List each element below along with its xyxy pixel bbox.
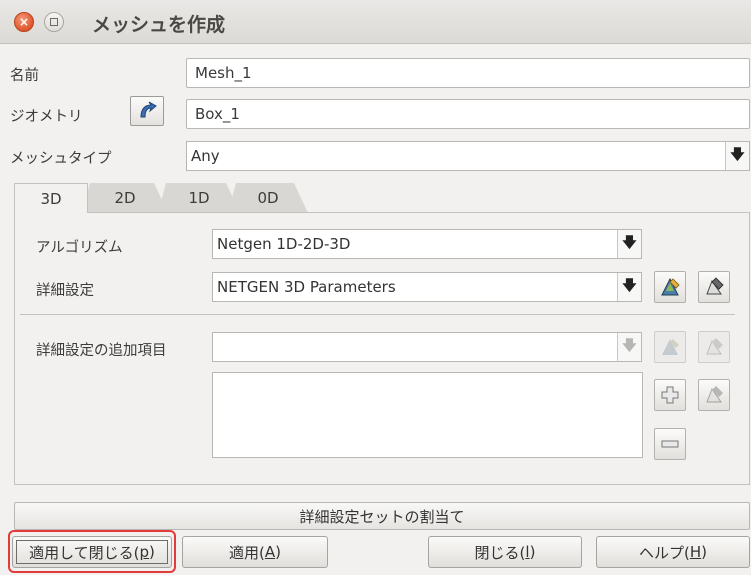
hypothesis-edit-icon — [706, 338, 723, 355]
geometry-field[interactable]: Box_1 — [186, 99, 750, 129]
edit-list-hypothesis-button[interactable] — [698, 379, 730, 411]
apply-suffix: ) — [275, 543, 281, 561]
algorithm-combo[interactable]: Netgen 1D-2D-3D 🡇 — [212, 229, 642, 259]
name-field[interactable]: Mesh_1 — [186, 58, 750, 88]
edit-hypothesis-button[interactable] — [698, 271, 730, 303]
apply-and-close-label: 適用して閉じる( — [29, 543, 140, 562]
apply-button[interactable]: 適用(A) — [182, 536, 328, 568]
apply-label: 適用( — [229, 543, 265, 562]
hypothesis-value: NETGEN 3D Parameters — [217, 278, 396, 296]
create-additional-hypothesis-button[interactable] — [654, 331, 686, 363]
name-label: 名前 — [10, 68, 39, 84]
hypothesis-edit-icon — [706, 277, 724, 295]
focus-ring: 適用して閉じる(p) — [16, 540, 168, 564]
separator — [20, 314, 735, 315]
tab-1d[interactable]: 1D — [158, 183, 240, 213]
tab-3d[interactable]: 3D — [14, 183, 88, 213]
close-label: 閉じる( — [474, 543, 526, 562]
remove-hypothesis-button[interactable] — [654, 428, 686, 460]
hypothesis-edit-icon — [706, 386, 723, 403]
window-title: メッシュを作成 — [92, 14, 226, 36]
close-button[interactable]: 閉じる(l) — [428, 536, 582, 568]
algorithm-label: アルゴリズム — [36, 240, 123, 256]
additional-hypotheses-list[interactable] — [212, 372, 643, 458]
close-suffix: ) — [529, 543, 536, 561]
mesh-type-label: メッシュタイプ — [10, 151, 112, 167]
minus-icon — [661, 440, 679, 448]
mesh-type-value: Any — [191, 147, 220, 165]
hypothesis-create-icon — [661, 277, 680, 296]
apply-and-close-button[interactable]: 適用して閉じる(p) — [12, 536, 172, 568]
help-button[interactable]: ヘルプ(H) — [596, 536, 750, 568]
add-hypothesis-button[interactable] — [654, 379, 686, 411]
window-maximize-button[interactable] — [44, 12, 64, 32]
hypothesis-combo[interactable]: NETGEN 3D Parameters 🡇 — [212, 272, 642, 302]
close-icon: × — [18, 15, 30, 29]
apply-and-close-mnemonic: p — [139, 543, 150, 561]
help-suffix: ) — [701, 543, 707, 561]
algorithm-value: Netgen 1D-2D-3D — [217, 235, 351, 253]
assign-hypothesis-set-button[interactable]: 詳細設定セットの割当て — [14, 502, 750, 530]
additional-hypotheses-label: 詳細設定の追加項目 — [36, 343, 167, 359]
tab-2d[interactable]: 2D — [82, 183, 168, 213]
down-arrow-icon[interactable]: 🡇 — [617, 230, 641, 258]
geometry-select-button[interactable] — [130, 96, 164, 126]
plus-icon — [661, 386, 679, 404]
help-label: ヘルプ( — [639, 543, 690, 562]
down-arrow-icon[interactable]: 🡇 — [617, 333, 641, 361]
help-mnemonic: H — [689, 543, 702, 561]
down-arrow-icon[interactable]: 🡇 — [617, 273, 641, 301]
down-arrow-icon[interactable]: 🡇 — [725, 142, 749, 170]
title-bar: × メッシュを作成 — [0, 0, 751, 44]
mesh-type-combo[interactable]: Any 🡇 — [186, 141, 750, 171]
apply-mnemonic: A — [264, 543, 276, 561]
maximize-icon — [50, 18, 58, 26]
hypothesis-label: 詳細設定 — [36, 283, 94, 299]
create-hypothesis-button[interactable] — [654, 271, 686, 303]
window-close-button[interactable]: × — [14, 12, 34, 32]
tab-0d[interactable]: 0D — [228, 183, 308, 213]
geometry-label: ジオメトリ — [10, 109, 83, 125]
hypothesis-create-icon — [662, 339, 679, 355]
select-arrow-icon — [140, 101, 157, 118]
additional-hypothesis-combo[interactable]: 🡇 — [212, 332, 642, 362]
edit-additional-hypothesis-button[interactable] — [698, 331, 730, 363]
apply-and-close-suffix: ) — [149, 543, 155, 561]
